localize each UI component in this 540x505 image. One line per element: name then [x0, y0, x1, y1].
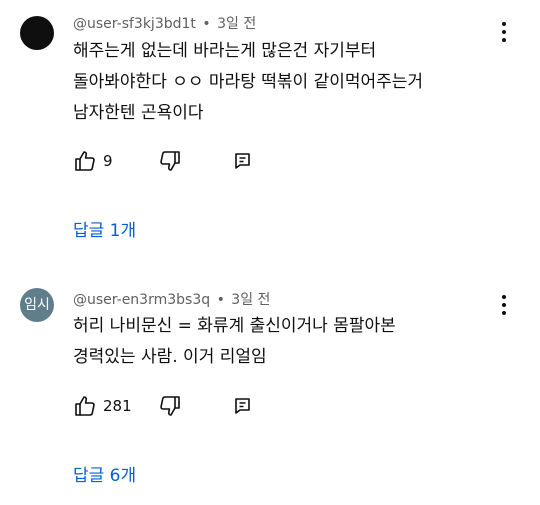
- meta-separator: •: [202, 16, 211, 32]
- author-name[interactable]: @user-en3rm3bs3q: [73, 292, 210, 308]
- reply-icon: [235, 398, 250, 414]
- comment-line: 허리 나비문신 = 화류계 출신이거나 몸팔아본: [73, 316, 396, 336]
- avatar[interactable]: [20, 16, 54, 50]
- view-replies-link[interactable]: 답글 1개: [73, 216, 136, 241]
- avatar[interactable]: 임시: [20, 288, 54, 322]
- comment-meta: @user-en3rm3bs3q • 3일 전: [73, 289, 270, 309]
- author-name[interactable]: @user-sf3kj3bd1t: [73, 16, 196, 32]
- more-options-icon[interactable]: [494, 293, 514, 317]
- dislike-button[interactable]: [158, 394, 182, 418]
- reply-icon: [235, 153, 250, 169]
- reply-button[interactable]: [231, 394, 255, 418]
- comment-line: 돌아봐야한다 ㅇㅇ 마라탕 떡볶이 같이먹어주는거: [73, 72, 424, 92]
- reply-button[interactable]: [231, 149, 255, 173]
- comment-time[interactable]: 3일 전: [231, 292, 270, 308]
- comment-meta: @user-sf3kj3bd1t • 3일 전: [73, 13, 256, 33]
- comment-line: 남자한텐 곤욕이다: [73, 103, 204, 123]
- like-count: 9: [103, 152, 113, 170]
- like-icon: [75, 151, 95, 171]
- like-button[interactable]: [73, 149, 97, 173]
- like-icon: [75, 396, 95, 416]
- meta-separator: •: [216, 292, 225, 308]
- comment-text: 허리 나비문신 = 화류계 출신이거나 몸팔아본 경력있는 사람. 이거 리얼임: [73, 311, 396, 373]
- dislike-icon: [160, 151, 180, 171]
- like-count: 281: [103, 397, 132, 415]
- comment-text: 해주는게 없는데 바라는게 많은건 자기부터 돌아봐야한다 ㅇㅇ 마라탕 떡볶이…: [73, 36, 423, 129]
- dislike-button[interactable]: [158, 149, 182, 173]
- like-button[interactable]: [73, 394, 97, 418]
- comment-line: 해주는게 없는데 바라는게 많은건 자기부터: [73, 41, 377, 61]
- view-replies-link[interactable]: 답글 6개: [73, 461, 136, 486]
- comment-time[interactable]: 3일 전: [217, 16, 256, 32]
- dislike-icon: [160, 396, 180, 416]
- more-options-icon[interactable]: [494, 20, 514, 44]
- comment-line: 경력있는 사람. 이거 리얼임: [73, 347, 267, 367]
